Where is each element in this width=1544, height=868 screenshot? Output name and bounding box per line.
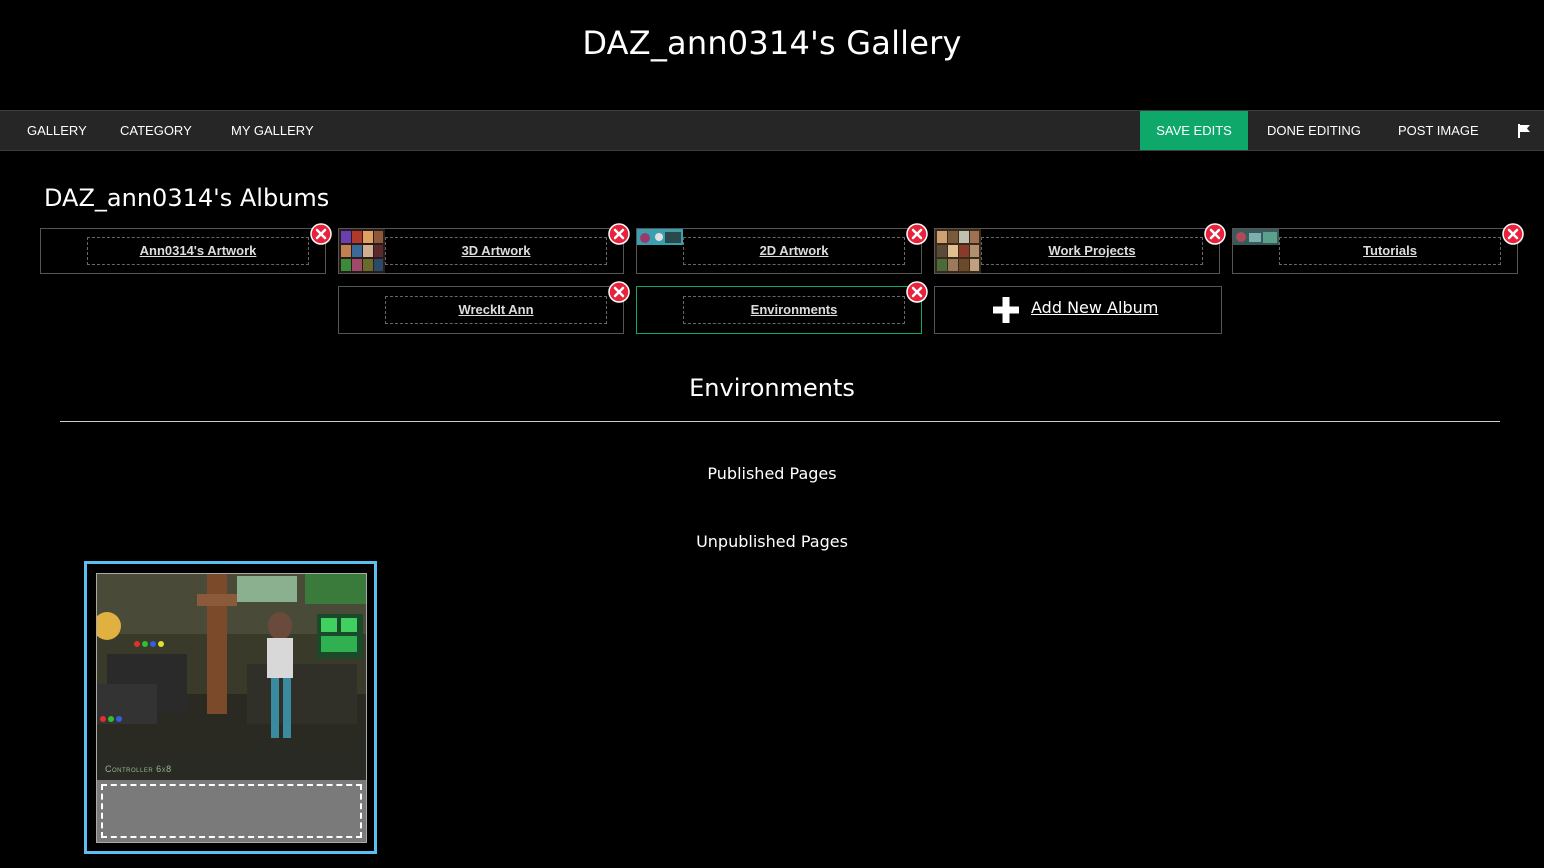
delete-album-icon[interactable] xyxy=(310,223,332,245)
delete-album-icon[interactable] xyxy=(1204,223,1226,245)
add-new-album-label: Add New Album xyxy=(1031,298,1159,317)
image-frame: Controller 6x8 xyxy=(96,573,367,843)
section-divider xyxy=(60,421,1500,422)
album-label[interactable]: WreckIt Ann xyxy=(385,296,607,324)
album-2d-artwork[interactable]: 2D Artwork xyxy=(636,228,922,274)
plus-icon xyxy=(993,297,1019,323)
album-environments[interactable]: Environments xyxy=(636,286,922,334)
album-ann0314s-artwork[interactable]: Ann0314's Artwork xyxy=(40,228,326,274)
album-label[interactable]: 3D Artwork xyxy=(385,237,607,265)
published-pages-heading: Published Pages xyxy=(707,464,837,483)
delete-album-icon[interactable] xyxy=(906,281,928,303)
album-label[interactable]: Ann0314's Artwork xyxy=(87,237,309,265)
album-thumbnail xyxy=(339,229,385,273)
image-watermark: Controller 6x8 xyxy=(105,764,172,774)
album-work-projects[interactable]: Work Projects xyxy=(934,228,1220,274)
album-thumbnail xyxy=(1233,229,1279,245)
album-section-title: Environments xyxy=(689,374,855,402)
nav-gallery[interactable]: GALLERY xyxy=(27,111,87,150)
album-label[interactable]: Work Projects xyxy=(981,237,1203,265)
album-tutorials[interactable]: Tutorials xyxy=(1232,228,1518,274)
done-editing-button[interactable]: DONE EDITING xyxy=(1267,111,1361,150)
album-label[interactable]: 2D Artwork xyxy=(683,237,905,265)
page-title: DAZ_ann0314's Gallery xyxy=(582,24,962,62)
unpublished-pages-heading: Unpublished Pages xyxy=(696,532,848,551)
flag-icon[interactable] xyxy=(1517,124,1531,138)
delete-album-icon[interactable] xyxy=(906,223,928,245)
album-wreckit-ann[interactable]: WreckIt Ann xyxy=(338,286,624,334)
delete-album-icon[interactable] xyxy=(1502,223,1524,245)
add-new-album-button[interactable]: Add New Album xyxy=(934,286,1222,334)
gallery-image[interactable] xyxy=(97,574,366,780)
nav-my-gallery[interactable]: MY GALLERY xyxy=(231,111,314,150)
delete-album-icon[interactable] xyxy=(608,223,630,245)
album-thumbnail xyxy=(935,229,981,273)
top-nav: GALLERY CATEGORY MY GALLERY SAVE EDITS D… xyxy=(0,110,1544,151)
album-label[interactable]: Tutorials xyxy=(1279,237,1501,265)
albums-heading: DAZ_ann0314's Albums xyxy=(44,184,330,212)
delete-album-icon[interactable] xyxy=(608,281,630,303)
album-3d-artwork[interactable]: 3D Artwork xyxy=(338,228,624,274)
save-edits-button[interactable]: SAVE EDITS xyxy=(1140,111,1248,150)
nav-category[interactable]: CATEGORY xyxy=(120,111,192,150)
album-label[interactable]: Environments xyxy=(683,296,905,324)
album-thumbnail xyxy=(637,229,683,245)
image-caption-box[interactable] xyxy=(101,784,362,838)
gallery-image-card[interactable]: Controller 6x8 xyxy=(84,561,377,854)
post-image-button[interactable]: POST IMAGE xyxy=(1398,111,1479,150)
